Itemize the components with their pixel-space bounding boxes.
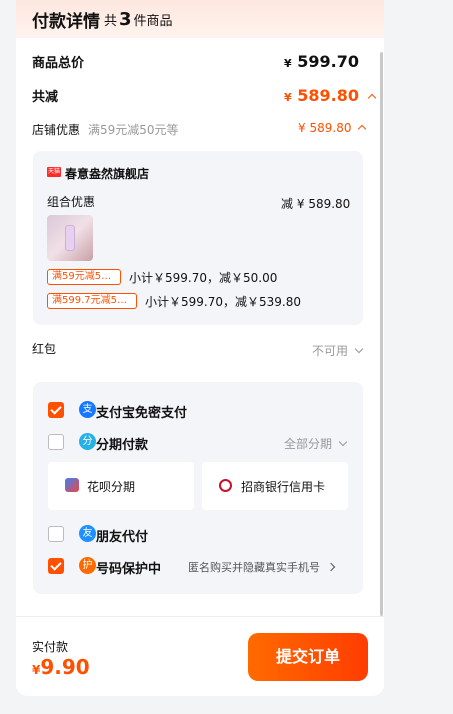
alipay-checkbox[interactable] bbox=[48, 402, 64, 418]
combo-label: 组合优惠 bbox=[47, 195, 96, 209]
red-packet-status[interactable]: 不可用 bbox=[312, 342, 364, 359]
huabei-icon bbox=[65, 478, 79, 492]
store-discount-label: 店铺优惠 bbox=[32, 123, 81, 137]
payment-details-card: 付款详情 共 3 件商品 商品总价 ¥ 599.70 共减 ¥ 589.80 店铺优… bbox=[16, 0, 384, 696]
friend-pay-checkbox[interactable] bbox=[48, 526, 64, 542]
store-panel: 天猫 春意盎然旗舰店 组合优惠 减 ¥ 589.80 满59元减50元 小计￥5… bbox=[33, 151, 363, 325]
cmb-credit-option[interactable]: 招商银行信用卡 bbox=[202, 462, 348, 510]
number-protection-detail[interactable]: 匿名购买并隐藏真实手机号 bbox=[188, 559, 335, 575]
promo-tag: 满599.7元减539.80元 bbox=[47, 293, 137, 309]
chevron-up-icon bbox=[358, 124, 367, 134]
friend-pay-label: 朋友代付 bbox=[96, 530, 149, 545]
chevron-down-icon bbox=[354, 344, 364, 354]
store-discount-amount[interactable]: ¥ 589.80 bbox=[298, 121, 367, 135]
huabei-option[interactable]: 花呗分期 bbox=[48, 462, 194, 510]
submit-order-button[interactable]: 提交订单 bbox=[248, 633, 368, 681]
cmb-bank-icon bbox=[219, 479, 232, 492]
chevron-down-icon bbox=[338, 437, 348, 447]
huabei-label: 花呗分期 bbox=[87, 480, 136, 494]
alipay-icon: 支 bbox=[79, 401, 96, 418]
tmall-badge-icon: 天猫 bbox=[47, 167, 61, 177]
number-protection-checkbox[interactable] bbox=[48, 558, 64, 574]
combo-amount: 减 ¥ 589.80 bbox=[281, 197, 351, 211]
shield-icon: 护 bbox=[79, 557, 96, 574]
friend-pay-icon: 友 bbox=[79, 525, 96, 542]
cmb-label: 招商银行信用卡 bbox=[241, 480, 326, 494]
alipay-label: 支付宝免密支付 bbox=[96, 406, 188, 421]
paid-amount: ¥9.90 bbox=[32, 655, 90, 679]
installment-icon: 分 bbox=[79, 433, 96, 450]
red-packet-label: 红包 bbox=[32, 342, 57, 356]
paid-label: 实付款 bbox=[32, 640, 69, 654]
store-name[interactable]: 春意盎然旗舰店 bbox=[65, 165, 149, 182]
chevron-right-icon bbox=[326, 562, 335, 572]
chevron-up-icon bbox=[367, 93, 376, 103]
page-title: 付款详情 bbox=[32, 12, 100, 32]
promo-text: 小计￥599.70，减￥50.00 bbox=[129, 271, 278, 285]
installment-label: 分期付款 bbox=[96, 438, 149, 453]
store-discount-hint: 满59元减50元等 bbox=[88, 123, 179, 137]
discount-amount[interactable]: ¥ 589.80 bbox=[284, 86, 376, 105]
promo-tag: 满59元减50元 bbox=[47, 269, 121, 285]
header: 付款详情 共 3 件商品 bbox=[16, 0, 384, 38]
installment-checkbox[interactable] bbox=[48, 434, 64, 450]
product-thumbnail[interactable] bbox=[47, 215, 93, 261]
item-count: 共 3 件商品 bbox=[104, 9, 173, 30]
installment-plan-select[interactable]: 全部分期 bbox=[284, 435, 348, 452]
total-label: 商品总价 bbox=[32, 56, 85, 71]
number-protection-label: 号码保护中 bbox=[96, 562, 162, 577]
total-amount: ¥ 599.70 bbox=[284, 52, 359, 71]
discount-label: 共减 bbox=[32, 90, 59, 105]
promo-text: 小计￥599.70，减￥539.80 bbox=[145, 295, 301, 309]
scrollbar[interactable] bbox=[380, 52, 383, 616]
